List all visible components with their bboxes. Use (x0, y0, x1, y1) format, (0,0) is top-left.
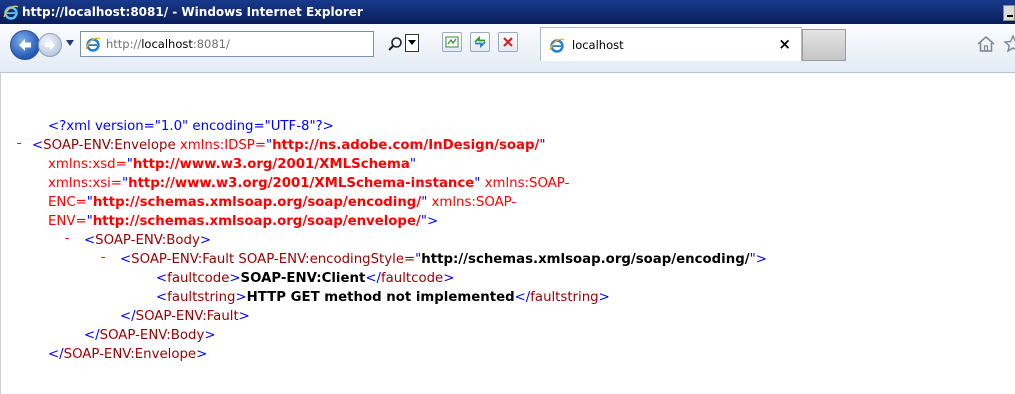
envelope-open-line-5: ENV="http://schemas.xmlsoap.org/soap/env… (48, 214, 439, 229)
body-close: </SOAP-ENV:Body> (84, 328, 216, 343)
address-host: localhost (141, 37, 193, 51)
address-scheme: http:// (106, 37, 142, 51)
chevron-down-icon (408, 40, 416, 45)
compatibility-view-icon (445, 36, 459, 48)
address-port: :8081/ (192, 37, 230, 51)
body-open: <SOAP-ENV:Body> (84, 233, 212, 248)
envelope-open-line-1: <SOAP-ENV:Envelope xmlns:IDSP="http://ns… (32, 138, 546, 153)
minimize-button[interactable] (1003, 5, 1015, 21)
content-left-edge (0, 73, 1, 394)
collapse-envelope-toggle[interactable]: - (14, 136, 24, 151)
browser-window: http://localhost:8081/ - Windows Interne… (0, 0, 1015, 394)
search-button[interactable] (386, 34, 404, 54)
refresh-icon (474, 35, 486, 49)
forward-arrow-icon (45, 40, 55, 50)
navigation-toolbar: http://localhost:8081/ localhost × (0, 24, 1015, 73)
window-title: http://localhost:8081/ - Windows Interne… (22, 5, 363, 19)
ie-tab-icon (548, 36, 566, 54)
collapse-fault-toggle[interactable]: - (98, 250, 108, 265)
stop-button[interactable] (498, 32, 518, 52)
address-bar[interactable]: http://localhost:8081/ (80, 31, 374, 57)
address-dropdown-button[interactable] (405, 34, 419, 52)
address-url: http://localhost:8081/ (106, 37, 230, 51)
magnifier-icon (388, 37, 402, 51)
envelope-open-line-2: xmlns:xsd="http://www.w3.org/2001/XMLSch… (48, 157, 417, 172)
history-dropdown-icon[interactable] (66, 40, 74, 46)
forward-button[interactable] (38, 33, 62, 57)
collapse-body-toggle[interactable]: - (62, 231, 72, 246)
stop-x-icon (503, 37, 513, 47)
refresh-button[interactable] (470, 32, 490, 52)
faultstring-element: <faultstring>HTTP GET method not impleme… (156, 290, 610, 305)
home-icon[interactable] (975, 34, 997, 54)
ie-logo-icon (2, 3, 20, 21)
xml-declaration: <?xml version="1.0" encoding="UTF-8"?> (48, 119, 334, 134)
tab-close-button[interactable]: × (778, 35, 791, 53)
back-arrow-icon (19, 39, 31, 51)
faultcode-value: SOAP-ENV:Client (240, 271, 366, 286)
title-bar: http://localhost:8081/ - Windows Interne… (0, 0, 1015, 24)
page-content: <?xml version="1.0" encoding="UTF-8"?> -… (0, 73, 1015, 394)
tab-label: localhost (572, 37, 624, 52)
new-tab-button[interactable] (802, 29, 846, 61)
envelope-close: </SOAP-ENV:Envelope> (48, 347, 208, 362)
envelope-open-line-4: ENC="http://schemas.xmlsoap.org/soap/enc… (48, 195, 517, 210)
compatibility-view-button[interactable] (442, 32, 462, 52)
faultstring-value: HTTP GET method not implemented (246, 290, 515, 305)
fault-close: </SOAP-ENV:Fault> (120, 309, 250, 324)
ie-page-icon (84, 35, 102, 53)
back-button[interactable] (10, 30, 40, 60)
faultcode-element: <faultcode>SOAP-ENV:Client</faultcode> (156, 271, 455, 286)
tab-localhost[interactable]: localhost × (540, 27, 802, 61)
favorites-star-icon[interactable] (1002, 34, 1015, 54)
fault-open: <SOAP-ENV:Fault SOAP-ENV:encodingStyle="… (120, 252, 767, 267)
envelope-open-line-3: xmlns:xsi="http://www.w3.org/2001/XMLSch… (48, 176, 570, 191)
